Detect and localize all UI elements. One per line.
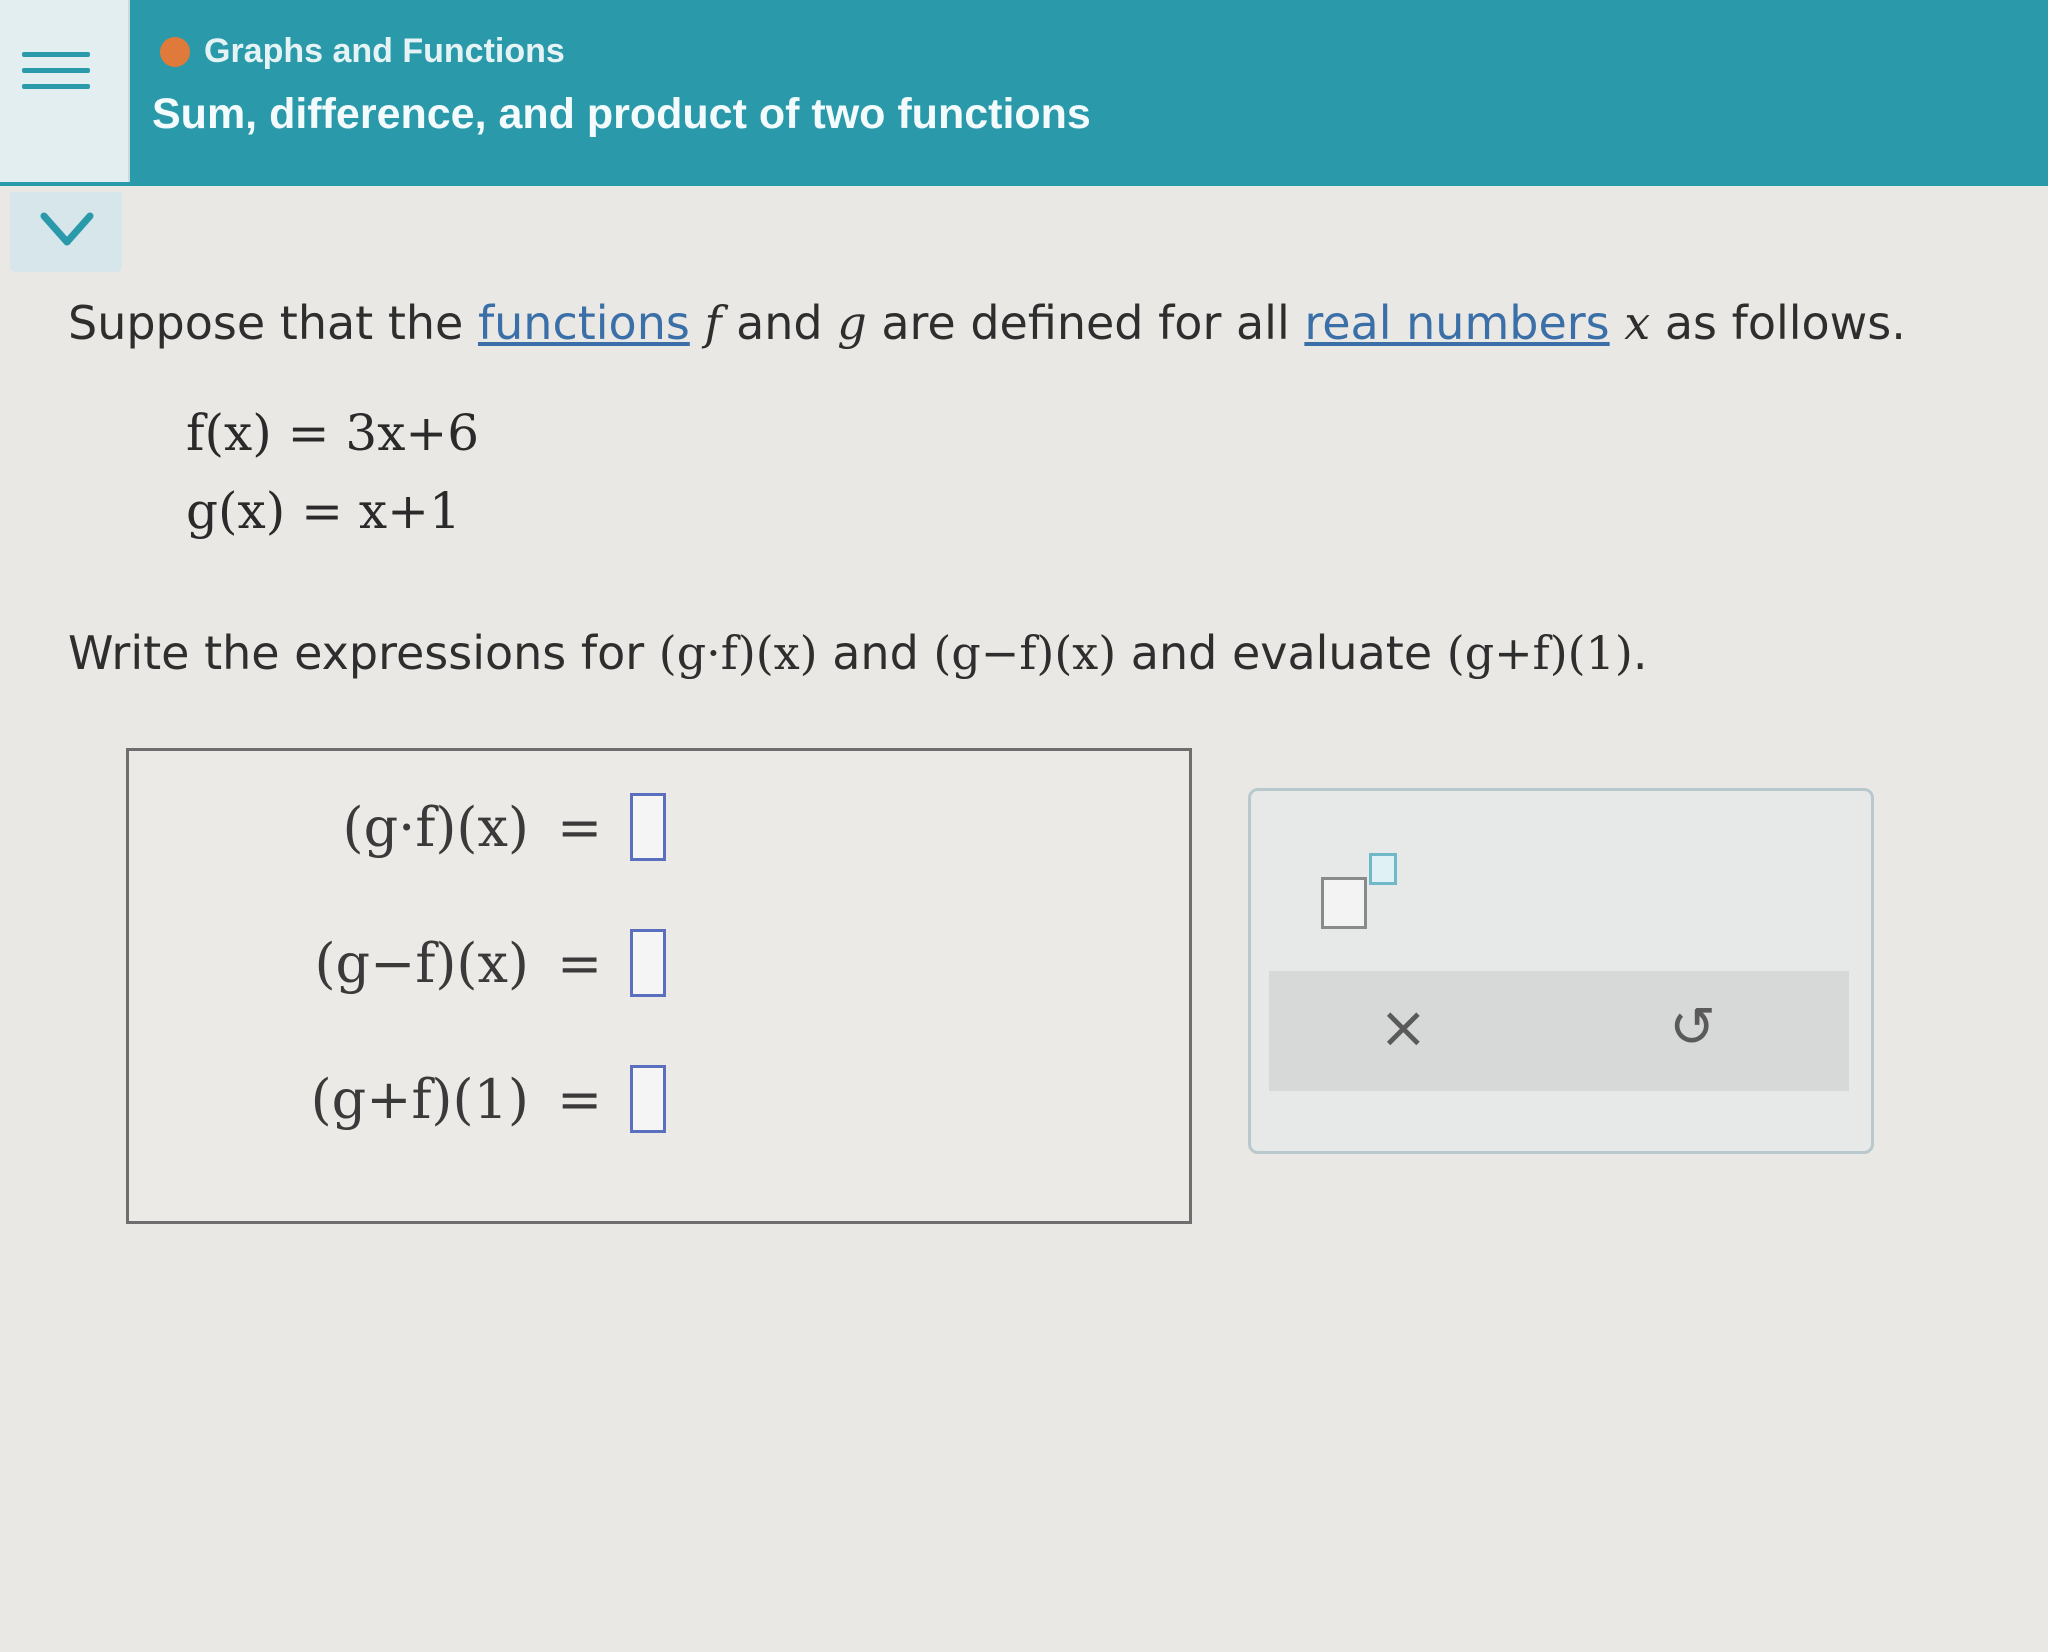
clear-button[interactable]: × xyxy=(1379,993,1428,1061)
status-dot-icon xyxy=(160,36,190,67)
expr-sum: (g+f)(1) xyxy=(1446,626,1633,680)
expr-product: (g·f)(x) xyxy=(658,626,818,680)
problem-statement: Suppose that the functions f and g are d… xyxy=(68,290,2008,356)
text: Suppose that the xyxy=(68,296,478,350)
text: and evaluate xyxy=(1116,626,1447,680)
answer-row-product: (g·f)(x) = xyxy=(229,793,667,861)
menu-icon-bar xyxy=(22,84,90,89)
answer-row-difference: (g−f)(x) = xyxy=(229,929,667,997)
breadcrumb: Graphs and Functions xyxy=(160,32,565,71)
text: and xyxy=(817,626,934,680)
answer-label: (g·f)(x) xyxy=(342,795,529,859)
answer-box: (g·f)(x) = (g−f)(x) = (g+f)(1) = xyxy=(126,748,1192,1224)
link-functions[interactable]: functions xyxy=(478,296,690,350)
question-text: Write the expressions for (g·f)(x) and (… xyxy=(68,620,2008,686)
answer-label: (g−f)(x) xyxy=(314,931,529,995)
chevron-down-icon xyxy=(40,212,94,246)
toolbox-actions: × ↺ xyxy=(1269,971,1849,1091)
exponent-superscript-icon xyxy=(1369,853,1397,885)
undo-button[interactable]: ↺ xyxy=(1669,995,1716,1060)
answer-input-product[interactable] xyxy=(630,793,667,861)
page-title: Sum, difference, and product of two func… xyxy=(152,90,1091,138)
equals-sign: = xyxy=(557,931,603,995)
menu-icon-bar xyxy=(22,68,90,73)
text: . xyxy=(1632,626,1648,680)
equals-sign: = xyxy=(557,1067,603,1131)
exponent-button[interactable] xyxy=(1321,853,1411,933)
expr-difference: (g−f)(x) xyxy=(933,626,1117,680)
var-x: x xyxy=(1624,296,1651,350)
answer-label: (g+f)(1) xyxy=(310,1067,529,1131)
menu-icon xyxy=(22,52,90,57)
var-g: g xyxy=(837,296,867,350)
answer-row-sum: (g+f)(1) = xyxy=(229,1065,667,1133)
text: Write the expressions for xyxy=(68,626,659,680)
f-definition: f(x) = 3x+6 xyxy=(186,404,480,462)
text: and xyxy=(721,296,838,350)
text: are defined for all xyxy=(866,296,1305,350)
menu-button[interactable] xyxy=(0,0,130,182)
link-real-numbers[interactable]: real numbers xyxy=(1304,296,1609,350)
equals-sign: = xyxy=(557,795,603,859)
math-toolbox: × ↺ xyxy=(1248,788,1874,1154)
answer-input-difference[interactable] xyxy=(630,929,667,997)
top-header-bar: Graphs and Functions Sum, difference, an… xyxy=(0,0,2048,186)
var-f: f xyxy=(704,296,722,350)
answer-input-sum[interactable] xyxy=(630,1065,667,1133)
g-definition: g(x) = x+1 xyxy=(186,482,461,540)
text: as follows. xyxy=(1650,296,1906,350)
function-definitions: f(x) = 3x+6 g(x) = x+1 xyxy=(186,394,2008,550)
problem-area: Suppose that the functions f and g are d… xyxy=(68,290,2008,686)
exponent-template-icon xyxy=(1321,877,1367,929)
breadcrumb-topic: Graphs and Functions xyxy=(204,32,565,70)
collapse-button[interactable] xyxy=(10,192,122,272)
